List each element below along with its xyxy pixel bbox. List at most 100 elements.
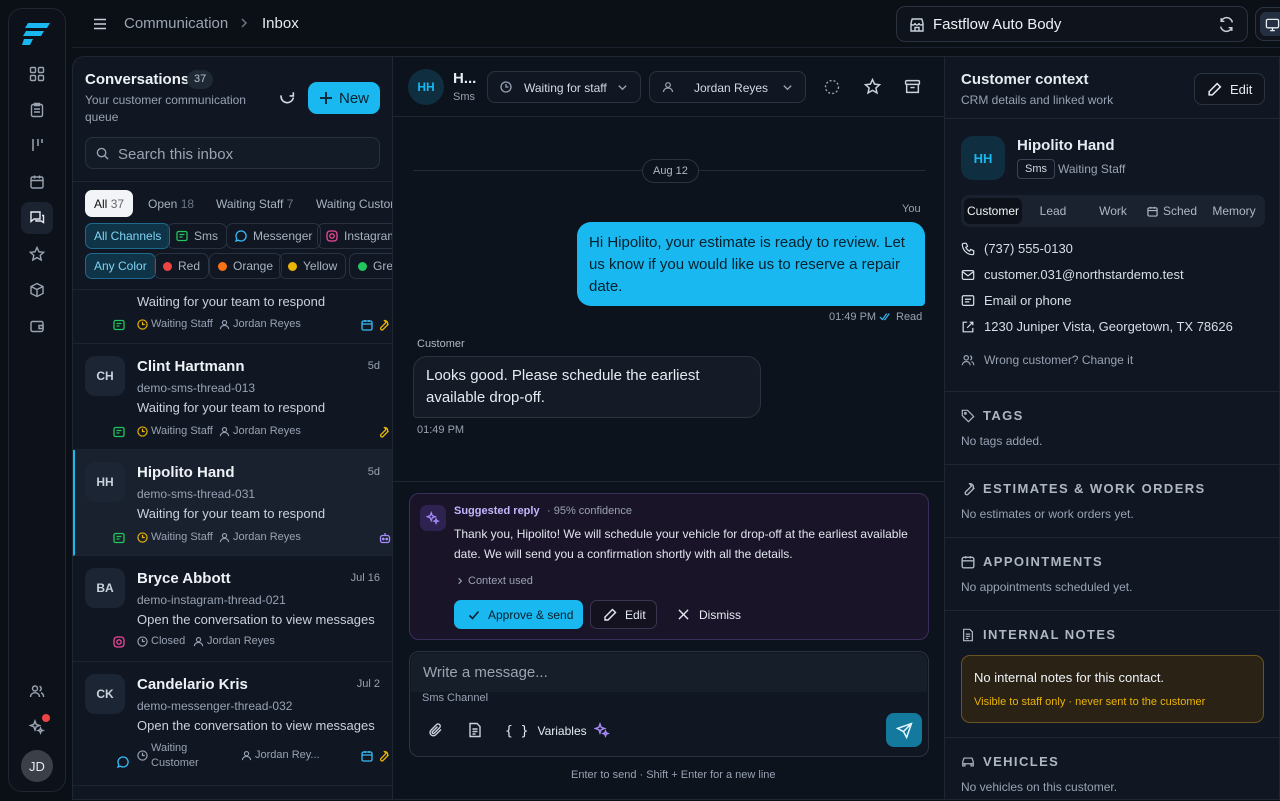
email-row[interactable]: customer.031@northstardemo.test xyxy=(961,267,1184,282)
instagram-icon xyxy=(326,230,338,242)
team-icon[interactable] xyxy=(21,675,53,707)
board-icon[interactable] xyxy=(21,129,53,161)
filter-any-color[interactable]: Any Color xyxy=(85,253,156,279)
internal-notes-section: INTERNAL NOTES No internal notes for thi… xyxy=(945,610,1279,737)
filter-orange[interactable]: Orange xyxy=(209,253,283,279)
shop-selector[interactable]: Fastflow Auto Body xyxy=(896,6,1248,42)
filter-green[interactable]: Gree xyxy=(349,253,392,279)
plus-icon xyxy=(319,91,333,105)
tab-all[interactable]: All 37 xyxy=(85,190,134,217)
inbox-messages-icon[interactable] xyxy=(21,202,53,234)
snooze-icon[interactable] xyxy=(824,79,840,95)
person-icon xyxy=(219,319,230,330)
tab-customer[interactable]: Customer xyxy=(964,198,1022,224)
tab-waiting-customer[interactable]: Waiting Custor xyxy=(307,190,392,217)
variables-button[interactable]: { } Variables xyxy=(505,722,587,740)
filter-all-channels[interactable]: All Channels xyxy=(85,223,171,249)
messenger-icon xyxy=(117,756,129,768)
tab-work[interactable]: Work xyxy=(1086,198,1140,224)
message-input[interactable]: Write a message... xyxy=(411,653,927,692)
star-icon[interactable] xyxy=(21,238,53,270)
tab-waiting-staff[interactable]: Waiting Staff 7 xyxy=(207,190,302,217)
app-logo[interactable] xyxy=(22,21,52,47)
wallet-icon[interactable] xyxy=(21,310,53,342)
conversation-row[interactable]: BA Bryce Abbott Jul 16 demo-instagram-th… xyxy=(73,556,392,662)
change-customer-link[interactable]: Wrong customer? Change it xyxy=(961,353,1133,367)
filter-messenger[interactable]: Messenger xyxy=(226,223,322,249)
filter-sms[interactable]: Sms xyxy=(167,223,227,249)
avatar: HH xyxy=(85,462,125,502)
edit-customer-button[interactable]: Edit xyxy=(1194,73,1265,105)
notification-badge xyxy=(42,714,50,722)
avatar: CH xyxy=(85,356,125,396)
estimates-section: ESTIMATES & WORK ORDERS No estimates or … xyxy=(945,464,1279,537)
dashboard-icon[interactable] xyxy=(21,58,53,90)
calendar-icon[interactable] xyxy=(21,166,53,198)
filter-instagram[interactable]: Instagram xyxy=(317,223,392,249)
address-row[interactable]: 1230 Juniper Vista, Georgetown, TX 78626 xyxy=(961,319,1233,334)
switch-refresh-icon[interactable] xyxy=(1218,16,1235,33)
search-placeholder: Search this inbox xyxy=(118,146,234,163)
refresh-icon[interactable] xyxy=(279,89,296,106)
conversation-row[interactable]: Waiting for your team to respond Waiting… xyxy=(73,290,392,344)
calendar-icon xyxy=(961,555,975,569)
filter-yellow[interactable]: Yellow xyxy=(279,253,347,279)
notes-box[interactable]: No internal notes for this contact. Visi… xyxy=(961,655,1264,723)
double-check-icon xyxy=(879,312,891,322)
conversation-row[interactable]: CH Clint Hartmann 5d demo-sms-thread-013… xyxy=(73,344,392,450)
tab-sched[interactable]: Sched xyxy=(1143,198,1201,224)
search-input[interactable]: Search this inbox xyxy=(85,137,380,169)
preferred-contact-row: Email or phone xyxy=(961,293,1071,308)
wrench-icon xyxy=(377,319,389,331)
chevron-right-icon xyxy=(238,17,250,29)
conversation-row[interactable]: CK Candelario Kris Jul 2 demo-messenger-… xyxy=(73,662,392,786)
send-button[interactable] xyxy=(886,713,922,747)
messenger-icon xyxy=(235,230,247,242)
dismiss-suggestion-button[interactable]: Dismiss xyxy=(668,600,750,629)
context-used-toggle[interactable]: Context used xyxy=(468,575,533,587)
star-icon[interactable] xyxy=(864,78,881,95)
ai-sparkle-icon[interactable] xyxy=(594,722,610,738)
tab-open[interactable]: Open 18 xyxy=(139,190,203,217)
customer-status: Waiting Staff xyxy=(1058,162,1126,176)
tab-memory[interactable]: Memory xyxy=(1205,198,1263,224)
conversation-row-selected[interactable]: HH Hipolito Hand 5d demo-sms-thread-031 … xyxy=(73,450,392,556)
app-rail: JD xyxy=(8,8,66,792)
avatar: BA xyxy=(85,568,125,608)
clock-icon xyxy=(137,426,148,437)
menu-icon[interactable] xyxy=(92,16,108,32)
suggested-reply-text: Thank you, Hipolito! We will schedule yo… xyxy=(454,527,908,561)
composer-channel: Sms Channel xyxy=(422,692,489,704)
sms-icon xyxy=(113,319,125,331)
user-avatar[interactable]: JD xyxy=(21,750,53,782)
contact-name[interactable]: H... xyxy=(453,70,476,87)
status-select[interactable]: Waiting for staff xyxy=(487,71,641,103)
pencil-icon xyxy=(603,608,617,622)
new-conversation-button[interactable]: New xyxy=(308,82,380,114)
edit-suggestion-button[interactable]: Edit xyxy=(590,600,657,629)
clipboard-icon[interactable] xyxy=(21,94,53,126)
shop-name: Fastflow Auto Body xyxy=(933,16,1062,33)
conversation-list-panel: Conversations 37 Your customer communica… xyxy=(72,56,392,800)
template-document-icon[interactable] xyxy=(467,722,483,738)
box-icon[interactable] xyxy=(21,274,53,306)
users-icon xyxy=(961,353,975,367)
calendar-badge-icon xyxy=(361,319,373,331)
tags-section: TAGS No tags added. xyxy=(945,391,1279,464)
assignee-select[interactable]: Jordan Reyes xyxy=(649,71,806,103)
monitor-icon[interactable] xyxy=(1260,12,1280,36)
incoming-time: 01:49 PM xyxy=(417,424,465,436)
paperclip-icon[interactable] xyxy=(428,722,444,738)
ai-sparkle-icon[interactable] xyxy=(21,711,53,743)
filter-red[interactable]: Red xyxy=(154,253,210,279)
tab-lead[interactable]: Lead xyxy=(1026,198,1080,224)
breadcrumb-parent[interactable]: Communication xyxy=(124,15,228,32)
channel-badge: Sms xyxy=(1017,159,1055,179)
archive-icon[interactable] xyxy=(904,78,921,95)
context-tabs: Customer Lead Work Sched Memory xyxy=(961,195,1265,227)
chevron-right-icon[interactable] xyxy=(456,577,464,585)
outgoing-time: 01:49 PM xyxy=(829,311,877,323)
customer-context-panel: Customer context CRM details and linked … xyxy=(944,56,1280,800)
phone-row[interactable]: (737) 555-0130 xyxy=(961,241,1073,256)
approve-send-button[interactable]: Approve & send xyxy=(454,600,583,629)
